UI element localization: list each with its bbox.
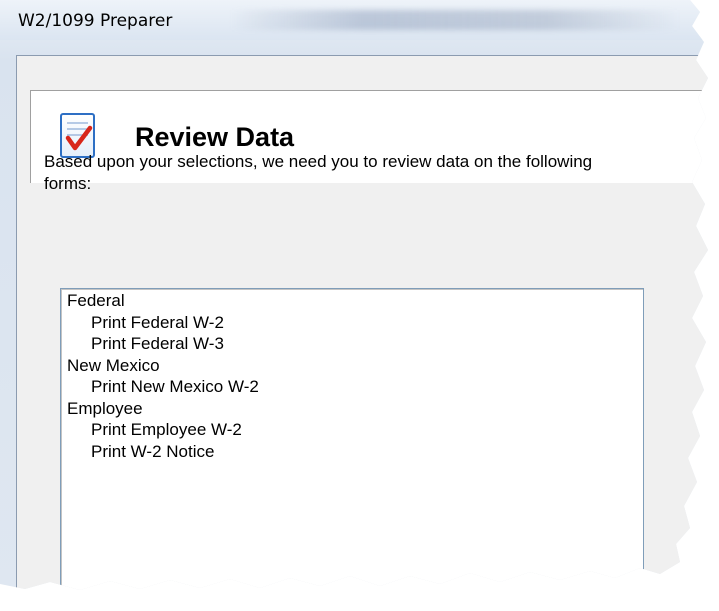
title-bar-blurred-area [230, 10, 680, 30]
list-group-header[interactable]: Federal [61, 290, 643, 312]
list-item[interactable]: Print New Mexico W-2 [61, 376, 643, 398]
list-item[interactable]: Print Employee W-2 [61, 419, 643, 441]
title-bar[interactable]: W2/1099 Preparer [0, 0, 708, 40]
list-item[interactable]: Print W-2 Notice [61, 441, 643, 463]
list-item[interactable]: Print Federal W-3 [61, 333, 643, 355]
forms-listbox[interactable]: Federal Print Federal W-2 Print Federal W-… [60, 288, 644, 590]
page-title: Review Data [135, 122, 295, 152]
list-item[interactable]: Print Federal W-2 [61, 312, 643, 334]
app-window: W2/1099 Preparer Review Data Based upon … [0, 0, 708, 590]
instructions-text: Based upon your selections, we need you … [44, 152, 593, 193]
list-group-header[interactable]: New Mexico [61, 355, 643, 377]
window-title: W2/1099 Preparer [18, 11, 173, 31]
list-group-header[interactable]: Employee [61, 398, 643, 420]
